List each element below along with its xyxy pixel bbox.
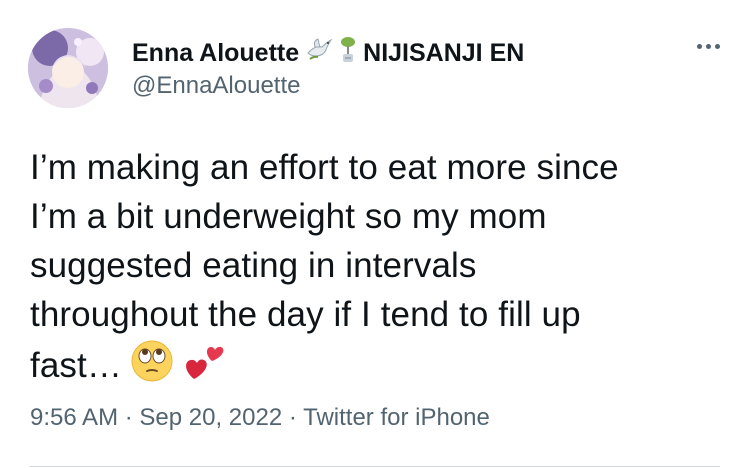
- meta-separator: ·: [288, 404, 297, 431]
- tweet-text: I’m making an effort to eat more since I…: [30, 143, 730, 396]
- avatar-image: [28, 28, 108, 108]
- face-with-rolling-eyes-emoji: [130, 339, 174, 396]
- tweet-text-line: I’m making an effort to eat more since: [30, 148, 619, 187]
- divider: [30, 466, 720, 467]
- display-name[interactable]: Enna Alouette: [132, 39, 299, 68]
- avatar[interactable]: [28, 28, 108, 108]
- tweet-text-line: throughout the day if I tend to fill up: [30, 295, 581, 334]
- tweet-meta: 9:56 AM · Sep 20, 2022 · Twitter for iPh…: [30, 404, 490, 432]
- tweet-text-line: suggested eating in intervals: [30, 246, 477, 285]
- tweet-text-last-line: fast…: [30, 339, 730, 396]
- tweet-date-link[interactable]: Sep 20, 2022: [139, 404, 282, 431]
- tweet-time-link[interactable]: 9:56 AM: [30, 404, 118, 431]
- more-icon-dot: [714, 43, 720, 49]
- meta-separator: ·: [124, 404, 133, 431]
- author-handle[interactable]: @EnnaAlouette: [132, 72, 300, 100]
- tweet-source-link[interactable]: Twitter for iPhone: [303, 404, 490, 431]
- dove-icon: [305, 37, 333, 70]
- affiliation: NIJISANJI EN: [363, 39, 525, 67]
- author-name-row: Enna Alouette NIJISANJI EN: [132, 36, 524, 71]
- tweet-text-line: I’m a bit underweight so my mom: [30, 197, 547, 236]
- wind-chime-icon: [339, 36, 357, 71]
- tweet-text-line: fast…: [30, 346, 122, 385]
- more-icon-dot: [705, 43, 711, 49]
- tweet: Enna Alouette NIJISANJI EN @EnnaAlouette: [0, 0, 750, 468]
- more-options-button[interactable]: [690, 36, 726, 56]
- more-icon-dot: [696, 43, 702, 49]
- two-hearts-emoji: [182, 339, 226, 396]
